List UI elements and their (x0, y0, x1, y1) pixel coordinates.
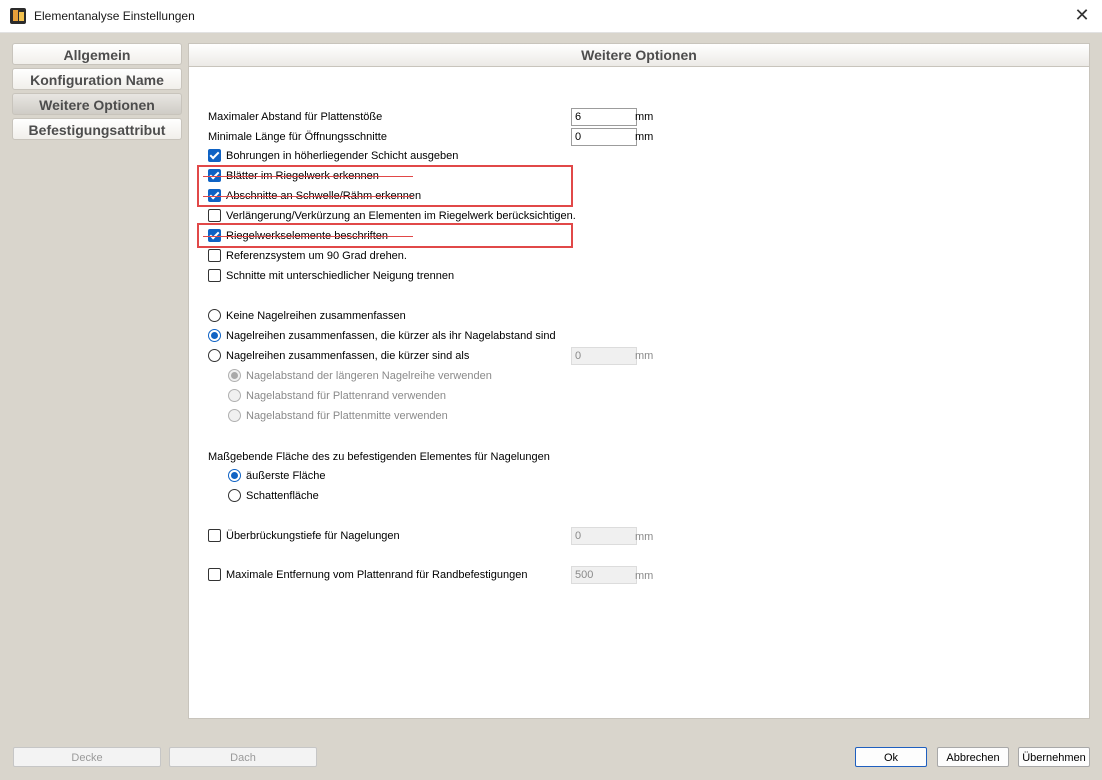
tab-list: Allgemein Konfiguration Name Weitere Opt… (12, 43, 182, 143)
checkbox-bohrungen[interactable]: Bohrungen in höherliegender Schicht ausg… (208, 147, 458, 165)
checkbox-schnitte[interactable]: Schnitte mit unterschiedlicher Neigung t… (208, 267, 454, 285)
radio-icon[interactable] (208, 348, 221, 362)
radio-icon[interactable] (228, 368, 241, 382)
min-laenge-label: Minimale Länge für Öffnungsschnitte (208, 131, 387, 143)
checkbox-icon[interactable] (208, 208, 221, 222)
dach-button[interactable]: Dach (169, 747, 317, 767)
max-abstand-input[interactable]: 6 (571, 108, 637, 126)
tab-konfiguration-name[interactable]: Konfiguration Name (12, 68, 182, 90)
max-entfernung-unit: mm (635, 570, 654, 582)
max-abstand-label: Maximaler Abstand für Plattenstöße (208, 111, 383, 123)
app-icon (10, 8, 26, 24)
abbrechen-button[interactable]: Abbrechen (937, 747, 1009, 767)
radio-icon[interactable] (208, 328, 221, 342)
min-laenge-unit: mm (635, 131, 654, 143)
checkbox-icon[interactable] (208, 148, 221, 162)
checkbox-icon[interactable] (208, 268, 221, 282)
radio-keine-nagelreihen[interactable]: Keine Nagelreihen zusammenfassen (208, 307, 406, 325)
max-entfernung-input[interactable]: 500 (571, 566, 637, 584)
radio-schattenflaeche[interactable]: Schattenfläche (228, 487, 319, 505)
radio-nagelabstand-plattenmitte[interactable]: Nagelabstand für Plattenmitte verwenden (228, 407, 448, 425)
radio-icon[interactable] (228, 488, 241, 502)
checkbox-icon[interactable] (208, 248, 221, 262)
decke-button[interactable]: Decke (13, 747, 161, 767)
checkbox-icon[interactable] (208, 567, 221, 581)
checkbox-ueberbrueckung[interactable]: Überbrückungstiefe für Nagelungen (208, 527, 400, 545)
strike-line (203, 196, 413, 197)
strike-line (203, 176, 413, 177)
ueberbrueckung-input[interactable]: 0 (571, 527, 637, 545)
radio-nagelabstand-plattenrand[interactable]: Nagelabstand für Plattenrand verwenden (228, 387, 446, 405)
radio-icon[interactable] (228, 468, 241, 482)
tab-weitere-optionen[interactable]: Weitere Optionen (12, 93, 182, 115)
ok-button[interactable]: Ok (855, 747, 927, 767)
panel-header: Weitere Optionen (189, 44, 1089, 67)
radio-nagelreihen-nagelabstand[interactable]: Nagelreihen zusammenfassen, die kürzer a… (208, 327, 556, 345)
close-icon[interactable]: ✕ (1070, 4, 1094, 28)
radio-icon[interactable] (208, 308, 221, 322)
title-bar: Elementanalyse Einstellungen ✕ (0, 0, 1102, 33)
window-title: Elementanalyse Einstellungen (34, 9, 195, 23)
checkbox-referenzsystem[interactable]: Referenzsystem um 90 Grad drehen. (208, 247, 407, 265)
max-abstand-unit: mm (635, 111, 654, 123)
min-laenge-input[interactable]: 0 (571, 128, 637, 146)
checkbox-icon[interactable] (208, 528, 221, 542)
radio-nagelabstand-laengere[interactable]: Nagelabstand der längeren Nagelreihe ver… (228, 367, 492, 385)
ueberbrueckung-unit: mm (635, 531, 654, 543)
flaeche-heading: Maßgebende Fläche des zu befestigenden E… (208, 451, 550, 463)
radio-icon[interactable] (228, 388, 241, 402)
checkbox-max-entfernung[interactable]: Maximale Entfernung vom Plattenrand für … (208, 566, 527, 584)
strike-line (203, 236, 413, 237)
tab-allgemein[interactable]: Allgemein (12, 43, 182, 65)
highlight-box (197, 165, 573, 207)
radio-nagelreihen-kuerzer[interactable]: Nagelreihen zusammenfassen, die kürzer s… (208, 347, 469, 365)
radio-icon[interactable] (228, 408, 241, 422)
nagelreihen-length-input[interactable]: 0 (571, 347, 637, 365)
tab-befestigungsattribut[interactable]: Befestigungsattribut (12, 118, 182, 140)
uebernehmen-button[interactable]: Übernehmen (1018, 747, 1090, 767)
nagelreihen-unit: mm (635, 350, 654, 362)
radio-aeusserste-flaeche[interactable]: äußerste Fläche (228, 467, 325, 485)
